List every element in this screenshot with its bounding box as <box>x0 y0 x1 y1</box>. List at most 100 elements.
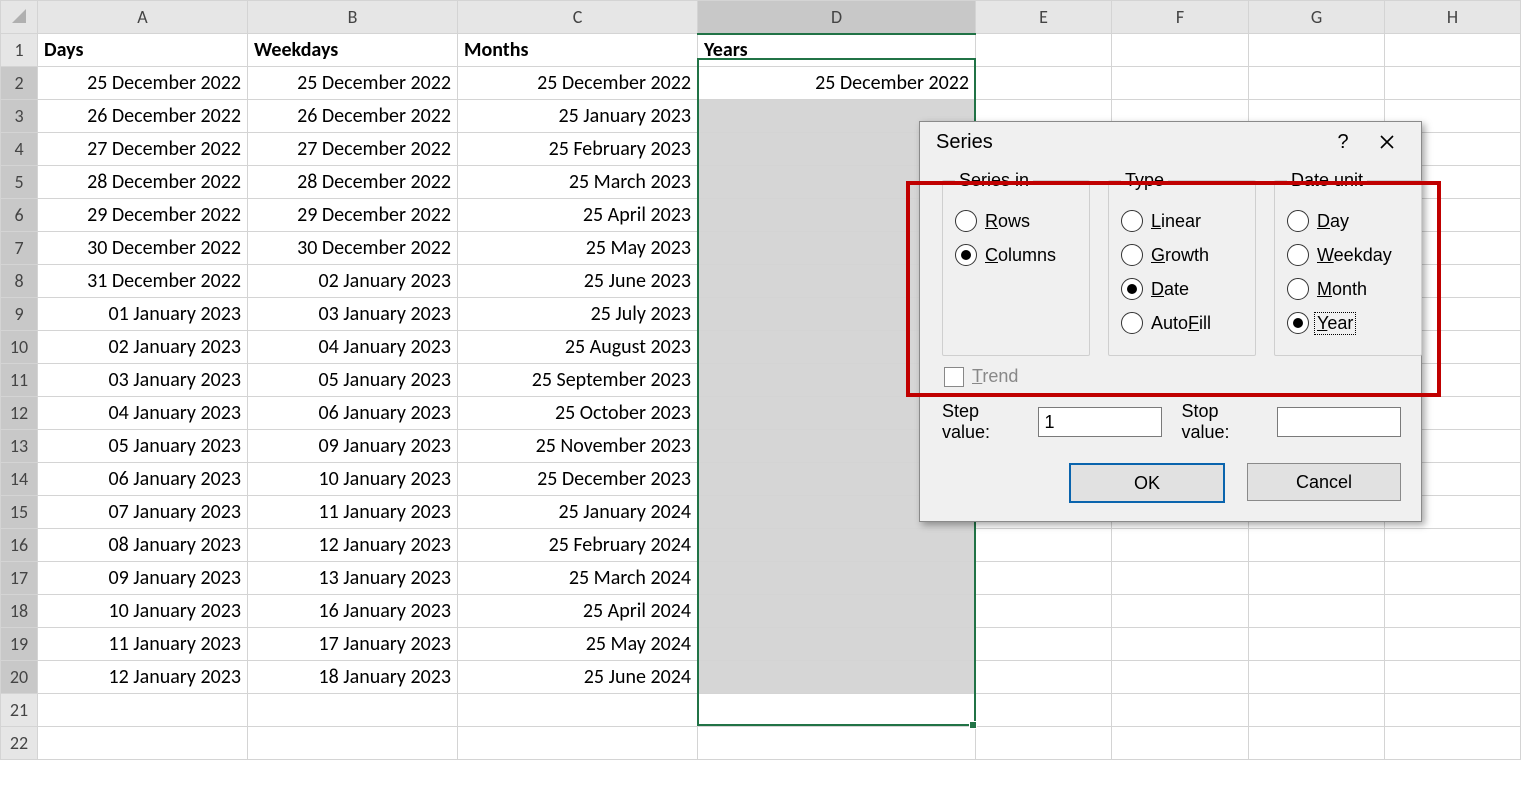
cell-B16[interactable]: 12 January 2023 <box>248 529 458 562</box>
cell-C7[interactable]: 25 May 2023 <box>458 232 698 265</box>
radio-linear[interactable]: Linear <box>1121 207 1241 235</box>
cell-A2[interactable]: 25 December 2022 <box>38 67 248 100</box>
cell-C12[interactable]: 25 October 2023 <box>458 397 698 430</box>
row-header-6[interactable]: 6 <box>1 199 38 232</box>
cell-A6[interactable]: 29 December 2022 <box>38 199 248 232</box>
select-all-corner[interactable] <box>1 1 38 34</box>
cell-H21[interactable] <box>1385 694 1521 727</box>
cancel-button[interactable]: Cancel <box>1247 463 1401 501</box>
cell-C17[interactable]: 25 March 2024 <box>458 562 698 595</box>
cell-E17[interactable] <box>976 562 1112 595</box>
radio-year[interactable]: Year <box>1287 309 1407 337</box>
cell-E21[interactable] <box>976 694 1112 727</box>
row-header-1[interactable]: 1 <box>1 34 38 67</box>
cell-A9[interactable]: 01 January 2023 <box>38 298 248 331</box>
cell-F2[interactable] <box>1112 67 1249 100</box>
cell-E16[interactable] <box>976 529 1112 562</box>
fill-handle[interactable] <box>969 721 977 729</box>
checkbox-trend[interactable]: Trend <box>944 366 1401 387</box>
cell-D1[interactable]: Years <box>698 34 976 67</box>
cell-B8[interactable]: 02 January 2023 <box>248 265 458 298</box>
cell-C18[interactable]: 25 April 2024 <box>458 595 698 628</box>
cell-B14[interactable]: 10 January 2023 <box>248 463 458 496</box>
cell-G20[interactable] <box>1249 661 1385 694</box>
col-header-C[interactable]: C <box>458 1 698 34</box>
cell-A14[interactable]: 06 January 2023 <box>38 463 248 496</box>
cell-C2[interactable]: 25 December 2022 <box>458 67 698 100</box>
row-header-13[interactable]: 13 <box>1 430 38 463</box>
dialog-titlebar[interactable]: Series ? <box>920 122 1421 162</box>
dialog-help-button[interactable]: ? <box>1321 131 1365 154</box>
cell-C20[interactable]: 25 June 2024 <box>458 661 698 694</box>
cell-A1[interactable]: Days <box>38 34 248 67</box>
cell-C11[interactable]: 25 September 2023 <box>458 364 698 397</box>
cell-A18[interactable]: 10 January 2023 <box>38 595 248 628</box>
row-header-9[interactable]: 9 <box>1 298 38 331</box>
cell-B9[interactable]: 03 January 2023 <box>248 298 458 331</box>
cell-B12[interactable]: 06 January 2023 <box>248 397 458 430</box>
cell-D17[interactable] <box>698 562 976 595</box>
row-header-21[interactable]: 21 <box>1 694 38 727</box>
cell-B11[interactable]: 05 January 2023 <box>248 364 458 397</box>
cell-D16[interactable] <box>698 529 976 562</box>
cell-B15[interactable]: 11 January 2023 <box>248 496 458 529</box>
cell-H16[interactable] <box>1385 529 1521 562</box>
cell-C14[interactable]: 25 December 2023 <box>458 463 698 496</box>
cell-B7[interactable]: 30 December 2022 <box>248 232 458 265</box>
col-header-A[interactable]: A <box>38 1 248 34</box>
radio-growth[interactable]: Growth <box>1121 241 1241 269</box>
cell-G17[interactable] <box>1249 562 1385 595</box>
row-header-15[interactable]: 15 <box>1 496 38 529</box>
cell-G18[interactable] <box>1249 595 1385 628</box>
radio-date[interactable]: Date <box>1121 275 1241 303</box>
cell-D2[interactable]: 25 December 2022 <box>698 67 976 100</box>
cell-A15[interactable]: 07 January 2023 <box>38 496 248 529</box>
cell-C4[interactable]: 25 February 2023 <box>458 133 698 166</box>
cell-A5[interactable]: 28 December 2022 <box>38 166 248 199</box>
cell-H2[interactable] <box>1385 67 1521 100</box>
cell-E20[interactable] <box>976 661 1112 694</box>
radio-weekday[interactable]: Weekday <box>1287 241 1407 269</box>
row-header-20[interactable]: 20 <box>1 661 38 694</box>
cell-A12[interactable]: 04 January 2023 <box>38 397 248 430</box>
cell-F21[interactable] <box>1112 694 1249 727</box>
cell-B6[interactable]: 29 December 2022 <box>248 199 458 232</box>
ok-button[interactable]: OK <box>1069 463 1225 503</box>
cell-D21[interactable] <box>698 694 976 727</box>
row-header-11[interactable]: 11 <box>1 364 38 397</box>
radio-rows[interactable]: Rows <box>955 207 1075 235</box>
row-header-4[interactable]: 4 <box>1 133 38 166</box>
cell-A21[interactable] <box>38 694 248 727</box>
cell-C1[interactable]: Months <box>458 34 698 67</box>
row-header-7[interactable]: 7 <box>1 232 38 265</box>
cell-B5[interactable]: 28 December 2022 <box>248 166 458 199</box>
cell-H20[interactable] <box>1385 661 1521 694</box>
radio-columns[interactable]: Columns <box>955 241 1075 269</box>
cell-H22[interactable] <box>1385 727 1521 760</box>
cell-H19[interactable] <box>1385 628 1521 661</box>
cell-A20[interactable]: 12 January 2023 <box>38 661 248 694</box>
cell-C19[interactable]: 25 May 2024 <box>458 628 698 661</box>
row-header-10[interactable]: 10 <box>1 331 38 364</box>
row-header-19[interactable]: 19 <box>1 628 38 661</box>
radio-day[interactable]: Day <box>1287 207 1407 235</box>
cell-A17[interactable]: 09 January 2023 <box>38 562 248 595</box>
cell-A7[interactable]: 30 December 2022 <box>38 232 248 265</box>
cell-E18[interactable] <box>976 595 1112 628</box>
cell-A4[interactable]: 27 December 2022 <box>38 133 248 166</box>
cell-D20[interactable] <box>698 661 976 694</box>
cell-B1[interactable]: Weekdays <box>248 34 458 67</box>
cell-B2[interactable]: 25 December 2022 <box>248 67 458 100</box>
cell-C22[interactable] <box>458 727 698 760</box>
stop-value-input[interactable] <box>1277 407 1401 437</box>
cell-F20[interactable] <box>1112 661 1249 694</box>
row-header-3[interactable]: 3 <box>1 100 38 133</box>
cell-C10[interactable]: 25 August 2023 <box>458 331 698 364</box>
cell-H1[interactable] <box>1385 34 1521 67</box>
cell-A3[interactable]: 26 December 2022 <box>38 100 248 133</box>
cell-F17[interactable] <box>1112 562 1249 595</box>
row-header-5[interactable]: 5 <box>1 166 38 199</box>
cell-B21[interactable] <box>248 694 458 727</box>
cell-C15[interactable]: 25 January 2024 <box>458 496 698 529</box>
cell-E22[interactable] <box>976 727 1112 760</box>
